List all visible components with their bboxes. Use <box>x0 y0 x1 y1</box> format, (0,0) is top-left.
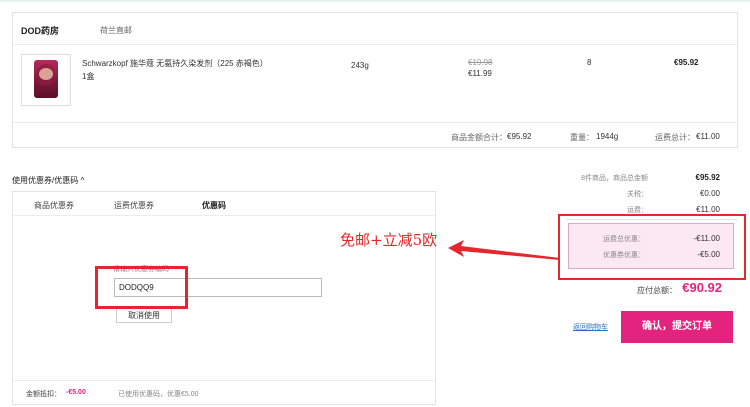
product-quantity: 8 <box>587 58 592 67</box>
deduction-value: -€5.00 <box>66 389 86 396</box>
shipping-value: €11.00 <box>696 205 720 214</box>
top-divider <box>0 0 750 2</box>
order-panel: DOD药房 荷兰直邮 Schwarzkopf 施华蔻 无氨持久染发剂（225 赤… <box>12 12 738 148</box>
deduction-label: 金额抵扣： <box>26 391 61 398</box>
original-price: €19.98 <box>468 58 493 67</box>
items-total-value: €95.92 <box>695 173 720 182</box>
tax-value: €0.00 <box>699 189 720 198</box>
product-thumbnail[interactable] <box>21 54 71 106</box>
annotation-arrow-icon <box>448 240 560 260</box>
coupon-panel: 商品优惠券 运费优惠券 优惠码 请输入优惠券编码 取消使用 金额抵扣： -€5.… <box>12 191 436 405</box>
coupon-discount-value: -€5.00 <box>697 250 720 259</box>
shop-tag: 荷兰直邮 <box>100 26 132 35</box>
cancel-promo-button[interactable]: 取消使用 <box>116 308 172 323</box>
promo-applied-note: 已使用优惠码，优惠€5.00 <box>118 391 199 398</box>
product-weight: 243g <box>351 61 369 70</box>
tab-promo-code[interactable]: 优惠码 <box>202 200 226 211</box>
coupon-toggle[interactable]: 使用优惠券/优惠码 ^ <box>12 175 84 186</box>
order-summary-bar: 商品金额合计： €95.92 重量： 1944g 运费总计： €11.00 <box>13 122 737 148</box>
back-to-cart-link[interactable]: 返回购物车 <box>573 322 608 332</box>
items-total-label: 8件商品，商品总金额 <box>581 175 648 182</box>
goods-total-value: €95.92 <box>507 132 532 141</box>
shipping-total-label: 运费总计： <box>655 133 695 142</box>
weight-total-label: 重量： <box>570 133 594 142</box>
shop-header: DOD药房 荷兰直邮 <box>13 13 737 45</box>
product-box-image <box>34 60 58 98</box>
shipping-discount-value: -€11.00 <box>693 234 720 243</box>
submit-order-button[interactable]: 确认，提交订单 <box>621 311 733 343</box>
tab-shipping-coupon[interactable]: 运费优惠券 <box>114 200 154 211</box>
product-name[interactable]: Schwarzkopf 施华蔻 无氨持久染发剂（225 赤褐色） <box>82 58 268 69</box>
shop-name: DOD药房 <box>21 26 59 36</box>
coupon-tabs: 商品优惠券 运费优惠券 优惠码 <box>13 192 435 216</box>
tax-label: 关税： <box>627 191 648 198</box>
sale-price: €11.99 <box>468 69 492 78</box>
annotation-text: 免邮+立减5欧 <box>340 231 438 249</box>
shipping-total-value: €11.00 <box>696 132 720 141</box>
weight-total-value: 1944g <box>596 132 619 141</box>
product-subtotal: €95.92 <box>674 58 699 67</box>
product-unit: 1盒 <box>82 72 95 81</box>
discounts-panel <box>568 223 734 269</box>
tab-product-coupon[interactable]: 商品优惠券 <box>34 200 74 211</box>
annotation-highlight-code <box>95 266 188 309</box>
amount-due-value: €90.92 <box>682 280 722 295</box>
goods-total-label: 商品金额合计： <box>451 133 507 142</box>
coupon-footer: 金额抵扣： -€5.00 已使用优惠码，优惠€5.00 <box>13 380 435 405</box>
